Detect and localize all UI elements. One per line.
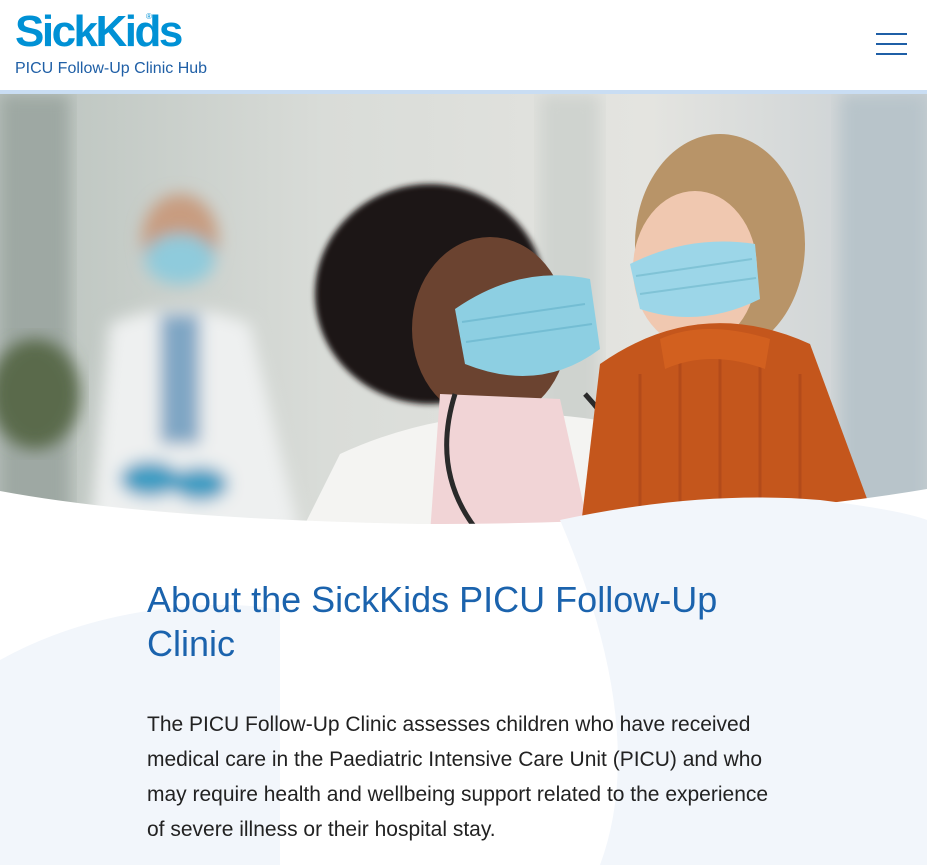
site-header: SickKids ® PICU Follow-Up Clinic Hub: [0, 0, 927, 94]
registered-mark: ®: [146, 12, 152, 21]
about-paragraph: The PICU Follow-Up Clinic assesses child…: [147, 713, 769, 841]
hero-image: [0, 94, 927, 534]
sickkids-logo[interactable]: SickKids: [15, 6, 183, 58]
site-title[interactable]: PICU Follow-Up Clinic Hub: [15, 59, 207, 79]
about-heading: About the SickKids PICU Follow-Up Clinic: [147, 579, 718, 664]
hamburger-menu-icon[interactable]: [876, 31, 907, 57]
